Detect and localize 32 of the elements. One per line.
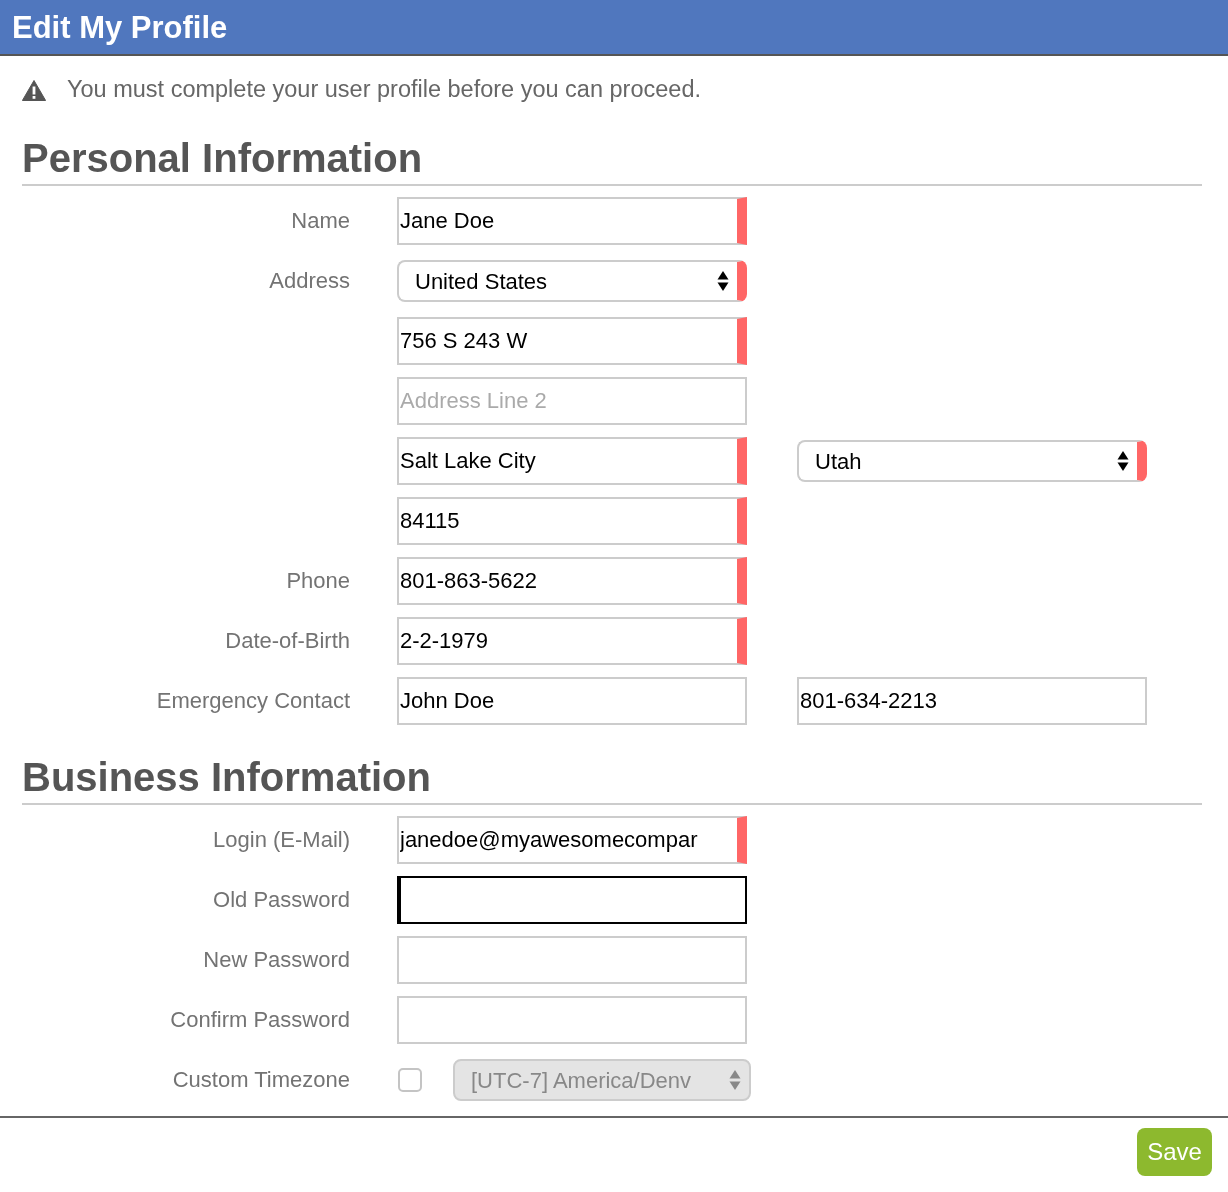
field-label: Address — [269, 268, 350, 293]
text-input[interactable]: 801-634-2213 — [797, 677, 1147, 725]
text-input[interactable]: 84115 — [397, 497, 747, 545]
updown-arrows-icon — [717, 270, 729, 292]
field-label: Login (E-Mail) — [213, 827, 350, 852]
section-heading: Personal Information — [22, 132, 1202, 186]
text-input[interactable]: Address Line 2 — [397, 377, 747, 425]
text-input[interactable]: Jane Doe — [397, 197, 747, 245]
text-input[interactable]: Salt Lake City — [397, 437, 747, 485]
field-label: Old Password — [213, 887, 350, 912]
field-label: Phone — [286, 568, 350, 593]
checkbox[interactable] — [398, 1068, 422, 1092]
password-input[interactable] — [397, 876, 747, 924]
text-input[interactable]: janedoe@myawesomecompar — [397, 816, 747, 864]
updown-arrows-icon — [1117, 450, 1129, 472]
section-heading: Business Information — [22, 751, 1202, 805]
updown-arrows-icon — [729, 1069, 741, 1091]
window-title: Edit My Profile — [12, 11, 228, 43]
field-label: Custom Timezone — [172, 1067, 350, 1092]
field-label: Name — [291, 208, 350, 233]
warning-icon — [22, 79, 46, 101]
text-input[interactable]: 756 S 243 W — [397, 317, 747, 365]
field-label: Emergency Contact — [156, 688, 350, 713]
text-input[interactable]: 2-2-1979 — [397, 617, 747, 665]
text-input[interactable]: 801-863-5622 — [397, 557, 747, 605]
dropdown[interactable]: United States — [397, 260, 747, 302]
field-label: Confirm Password — [170, 1007, 350, 1032]
text-input[interactable]: John Doe — [397, 677, 747, 725]
field-label: Date-of-Birth — [225, 628, 350, 653]
dropdown[interactable]: Utah — [797, 440, 1147, 482]
field-label: New Password — [203, 947, 350, 972]
notice-text: You must complete your user profile before you can proceed. — [67, 75, 701, 105]
